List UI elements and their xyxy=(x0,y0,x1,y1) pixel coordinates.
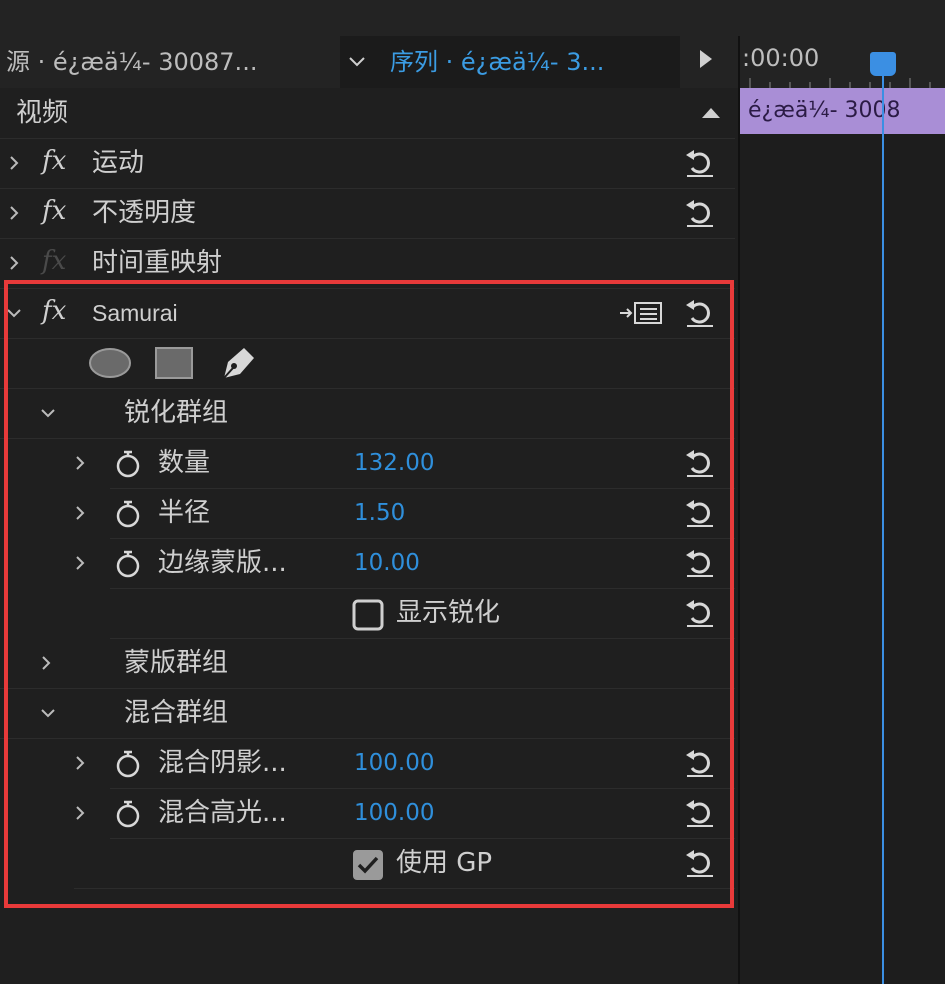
effect-row-motion[interactable]: fx 运动 xyxy=(0,138,735,189)
section-title: 视频 xyxy=(16,98,69,128)
effect-label: 不透明度 xyxy=(92,198,197,228)
time-ruler[interactable]: :00:00 xyxy=(740,36,945,88)
timeline-clip[interactable]: é¿æä¼- 3008 xyxy=(740,88,945,134)
playhead-line[interactable] xyxy=(882,52,884,984)
play-arrow-icon[interactable] xyxy=(700,50,712,68)
reset-icon[interactable] xyxy=(683,196,717,230)
video-section-header[interactable]: 视频 xyxy=(0,88,735,139)
tab-sequence-label: 序列 · é¿æä¼- 3... xyxy=(390,48,605,76)
effect-label: 运动 xyxy=(92,148,145,178)
clip-label: é¿æä¼- 3008 xyxy=(748,98,901,123)
chevron-right-icon[interactable] xyxy=(6,205,22,221)
tab-source[interactable]: 源 · é¿æä¼- 30087... xyxy=(6,36,257,88)
top-bar xyxy=(0,0,945,36)
ruler-ticks xyxy=(749,78,931,88)
chevron-right-icon[interactable] xyxy=(6,155,22,171)
chevron-right-icon[interactable] xyxy=(6,255,22,271)
fx-icon-disabled: fx xyxy=(42,246,67,276)
highlight-box xyxy=(4,280,734,908)
chevron-down-icon[interactable] xyxy=(346,50,368,72)
tab-sequence[interactable]: 序列 · é¿æä¼- 3... xyxy=(340,36,680,88)
effect-row-opacity[interactable]: fx 不透明度 xyxy=(0,188,735,239)
timeline-panel xyxy=(738,36,945,984)
reset-icon[interactable] xyxy=(683,146,717,180)
fx-icon[interactable]: fx xyxy=(42,146,66,176)
fx-icon[interactable]: fx xyxy=(42,196,66,226)
collapse-up-icon[interactable] xyxy=(700,104,722,120)
